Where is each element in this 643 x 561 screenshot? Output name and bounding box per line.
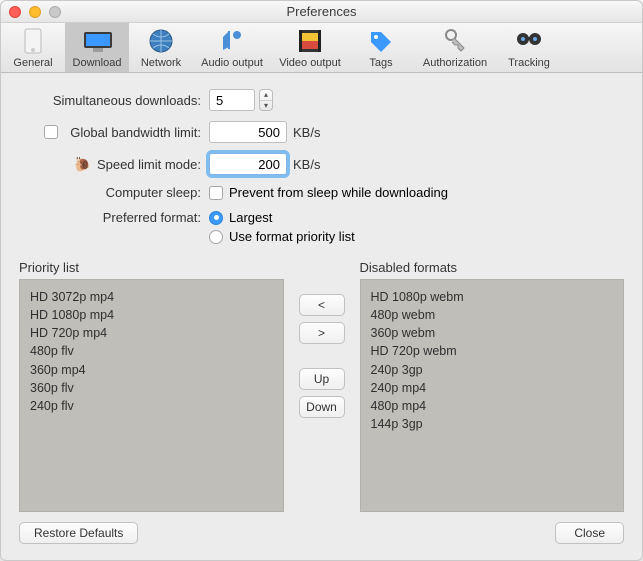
minimize-window-button[interactable] (29, 6, 41, 18)
tab-network[interactable]: Network (129, 23, 193, 72)
tab-tracking[interactable]: Tracking (497, 23, 561, 72)
zoom-window-button (49, 6, 61, 18)
global-bandwidth-checkbox[interactable] (44, 125, 58, 139)
tab-general[interactable]: General (1, 23, 65, 72)
unit-label: KB/s (293, 157, 320, 172)
move-down-button[interactable]: Down (299, 396, 345, 418)
format-largest-radio[interactable] (209, 211, 223, 225)
move-left-button[interactable]: < (299, 294, 345, 316)
disabled-list-title: Disabled formats (360, 260, 625, 275)
priority-list-title: Priority list (19, 260, 284, 275)
list-item[interactable]: 240p mp4 (371, 379, 614, 397)
tags-icon (365, 27, 397, 55)
list-item[interactable]: 480p flv (30, 342, 273, 360)
general-icon (17, 27, 49, 55)
restore-defaults-button[interactable]: Restore Defaults (19, 522, 138, 544)
close-button[interactable]: Close (555, 522, 624, 544)
list-item[interactable]: HD 3072p mp4 (30, 288, 273, 306)
window-title: Preferences (286, 4, 356, 19)
priority-list[interactable]: HD 3072p mp4HD 1080p mp4HD 720p mp4480p … (19, 279, 284, 512)
global-bandwidth-input[interactable] (209, 121, 287, 143)
tab-download[interactable]: Download (65, 23, 129, 72)
tab-audio-output[interactable]: Audio output (193, 23, 271, 72)
unit-label: KB/s (293, 125, 320, 140)
tab-authorization[interactable]: Authorization (413, 23, 497, 72)
snail-icon: 🐌 (74, 156, 91, 173)
list-item[interactable]: 240p flv (30, 397, 273, 415)
list-item[interactable]: 360p webm (371, 324, 614, 342)
global-bandwidth-label: Global bandwidth limit: (70, 125, 201, 140)
download-icon (81, 27, 113, 55)
list-item[interactable]: 144p 3gp (371, 415, 614, 433)
computer-sleep-label: Computer sleep: (19, 185, 209, 200)
list-item[interactable]: 360p mp4 (30, 361, 273, 379)
simultaneous-input[interactable] (209, 89, 255, 111)
tracking-icon (513, 27, 545, 55)
format-largest-text: Largest (229, 210, 272, 225)
list-item[interactable]: HD 720p webm (371, 342, 614, 360)
speed-limit-label: Speed limit mode: (97, 157, 201, 172)
prevent-sleep-text: Prevent from sleep while downloading (229, 185, 448, 200)
toolbar: General Download Network Audio output Vi… (1, 23, 642, 73)
authorization-icon (439, 27, 471, 55)
prevent-sleep-checkbox[interactable] (209, 186, 223, 200)
list-item[interactable]: 480p webm (371, 306, 614, 324)
audio-icon (216, 27, 248, 55)
move-right-button[interactable]: > (299, 322, 345, 344)
close-window-button[interactable] (9, 6, 21, 18)
list-item[interactable]: 480p mp4 (371, 397, 614, 415)
move-up-button[interactable]: Up (299, 368, 345, 390)
disabled-list[interactable]: HD 1080p webm480p webm360p webmHD 720p w… (360, 279, 625, 512)
video-icon (294, 27, 326, 55)
speed-limit-input[interactable] (209, 153, 287, 175)
simultaneous-stepper[interactable]: ▴▾ (259, 89, 273, 111)
titlebar: Preferences (1, 1, 642, 23)
list-item[interactable]: HD 720p mp4 (30, 324, 273, 342)
list-item[interactable]: 240p 3gp (371, 361, 614, 379)
network-icon (145, 27, 177, 55)
format-priority-text: Use format priority list (229, 229, 355, 244)
tab-tags[interactable]: Tags (349, 23, 413, 72)
simultaneous-label: Simultaneous downloads: (19, 93, 209, 108)
list-item[interactable]: HD 1080p mp4 (30, 306, 273, 324)
tab-video-output[interactable]: Video output (271, 23, 349, 72)
preferred-format-label: Preferred format: (19, 210, 209, 225)
format-priority-radio[interactable] (209, 230, 223, 244)
list-item[interactable]: HD 1080p webm (371, 288, 614, 306)
list-item[interactable]: 360p flv (30, 379, 273, 397)
